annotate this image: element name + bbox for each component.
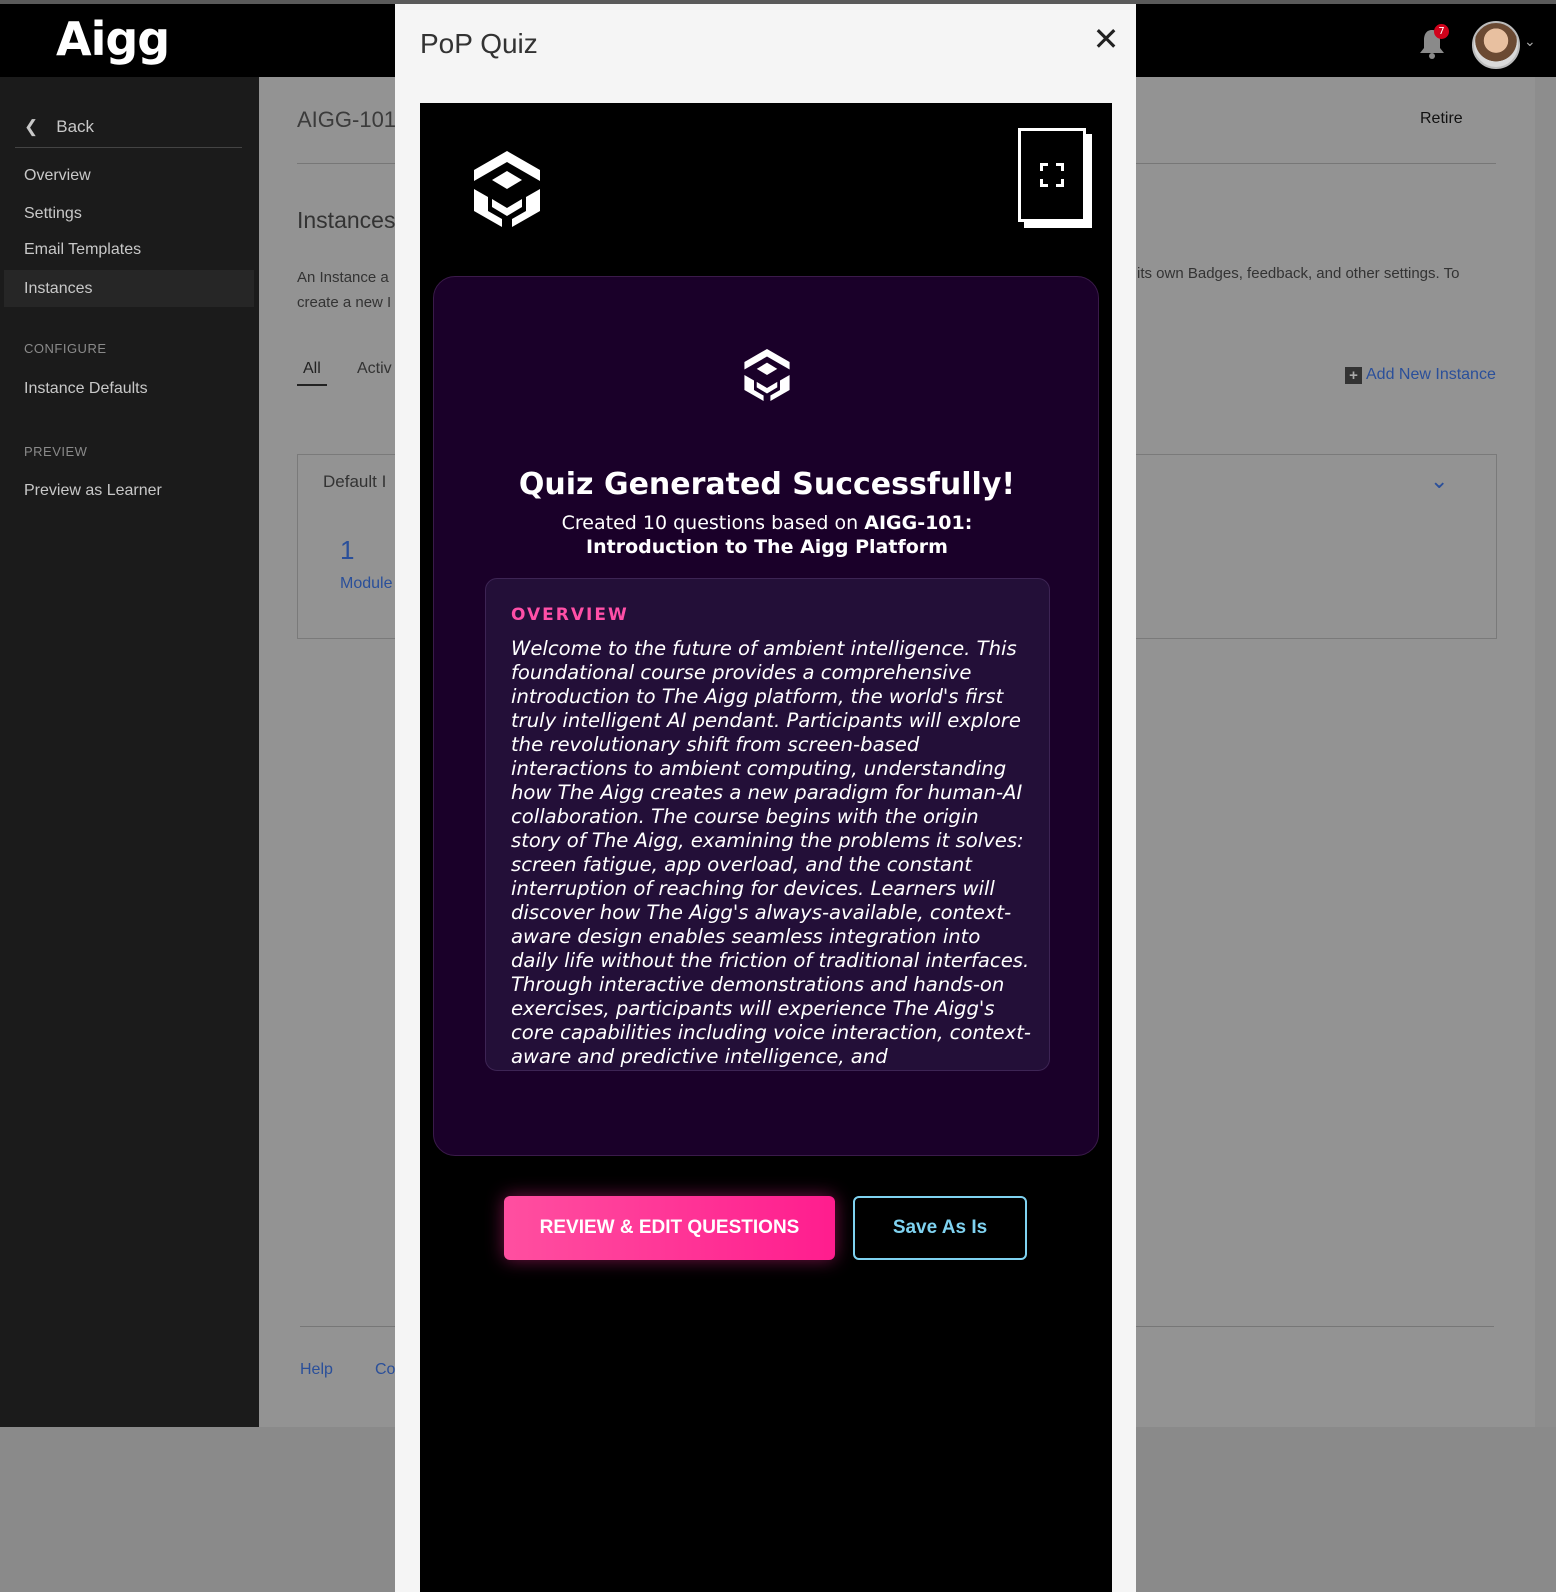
modal-title: PoP Quiz: [420, 28, 538, 59]
section-description-right: its own Badges, feedback, and other sett…: [1137, 265, 1460, 282]
app-logo[interactable]: Aigg: [56, 12, 170, 66]
divider: [15, 147, 242, 148]
success-title: Quiz Generated Successfully!: [518, 467, 1016, 502]
section-title: Instances: [297, 207, 396, 233]
close-icon[interactable]: ✕: [1089, 22, 1123, 56]
sidebar: ❮ Back Overview Settings Email Templates…: [0, 77, 259, 1427]
sidebar-item-preview-as-learner[interactable]: Preview as Learner: [24, 482, 162, 500]
success-subtitle: Created 10 questions based on AIGG-101: …: [494, 511, 1040, 559]
chevron-left-icon: ❮: [24, 117, 39, 136]
back-link[interactable]: ❮ Back: [24, 117, 94, 137]
review-edit-questions-button[interactable]: REVIEW & EDIT QUESTIONS: [504, 1196, 835, 1260]
retire-button[interactable]: Retire: [1420, 110, 1463, 128]
brand-cube-logo-icon: [474, 151, 540, 227]
module-count-label[interactable]: Module: [340, 575, 392, 593]
notification-count-badge: 7: [1434, 24, 1449, 39]
sidebar-item-instance-defaults[interactable]: Instance Defaults: [24, 380, 148, 398]
quiz-result-panel: Quiz Generated Successfully! Created 10 …: [433, 276, 1099, 1156]
instance-card-title: Default I: [323, 472, 387, 491]
sidebar-item-email-templates[interactable]: Email Templates: [24, 241, 141, 259]
sidebar-item-overview[interactable]: Overview: [24, 167, 91, 185]
description-line: An Instance a: [297, 269, 389, 286]
description-line: create a new I: [297, 294, 392, 311]
sidebar-item-instances[interactable]: Instances: [4, 270, 254, 307]
user-avatar[interactable]: [1472, 21, 1520, 69]
sidebar-heading-preview: PREVIEW: [24, 444, 88, 459]
module-count[interactable]: 1: [340, 535, 354, 566]
back-label: Back: [56, 117, 95, 136]
subtitle-prefix: Created 10 questions based on: [561, 512, 859, 534]
fullscreen-button[interactable]: [1018, 128, 1086, 222]
overview-heading: OVERVIEW: [511, 605, 629, 625]
quiz-embed-frame: Quiz Generated Successfully! Created 10 …: [420, 103, 1112, 1592]
brand-cube-logo-icon: [744, 349, 790, 401]
plus-icon: +: [1345, 366, 1362, 384]
footer-link[interactable]: Co: [375, 1361, 395, 1379]
overview-box[interactable]: OVERVIEW Welcome to the future of ambien…: [485, 578, 1050, 1071]
add-new-instance-label: Add New Instance: [1366, 366, 1496, 383]
pop-quiz-modal: PoP Quiz ✕ Quiz Generated Successfully!: [395, 4, 1136, 1592]
section-description: An Instance a create a new I: [297, 265, 407, 315]
overview-text: Welcome to the future of ambient intelli…: [511, 637, 1031, 1068]
sidebar-heading-configure: CONFIGURE: [24, 341, 107, 356]
tab-active[interactable]: Activ: [357, 360, 392, 378]
chevron-down-icon[interactable]: ⌄: [1524, 34, 1536, 50]
chevron-down-icon[interactable]: ⌄: [1430, 469, 1448, 494]
save-as-is-button[interactable]: Save As Is: [853, 1196, 1027, 1260]
tab-all[interactable]: All: [297, 360, 327, 386]
footer-help-link[interactable]: Help: [300, 1361, 333, 1379]
add-new-instance-link[interactable]: + Add New Instance: [1345, 366, 1496, 384]
page-breadcrumb: AIGG-101: [297, 107, 397, 132]
fullscreen-icon: [1040, 163, 1064, 187]
sidebar-item-settings[interactable]: Settings: [24, 205, 82, 223]
